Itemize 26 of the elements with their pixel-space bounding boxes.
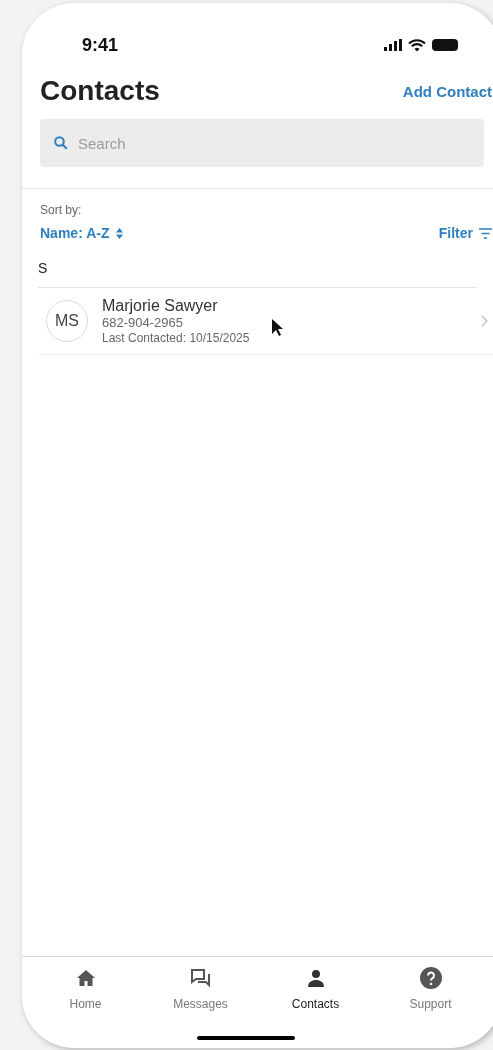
- sort-dropdown[interactable]: Name: A-Z: [40, 223, 123, 244]
- battery-icon: [432, 39, 458, 51]
- search-field[interactable]: Search: [40, 119, 484, 167]
- tab-bar-item[interactable]: Support: [390, 967, 471, 1048]
- person-icon: [306, 969, 325, 987]
- status-time: 9:41: [82, 33, 119, 57]
- page-title: Contacts: [40, 77, 160, 105]
- section-letter: S: [38, 258, 478, 288]
- chat-bubbles-icon: [189, 968, 212, 988]
- sort-label: Sort by:: [40, 202, 83, 219]
- help-icon: [419, 967, 442, 989]
- cursor-icon: [272, 319, 284, 337]
- filter-button[interactable]: Filter: [438, 223, 492, 244]
- tab-bar-item[interactable]: Home: [45, 967, 126, 1048]
- add-contact-link[interactable]: Add Contact: [402, 80, 492, 103]
- tab-bar-item[interactable]: Messages: [160, 967, 241, 1048]
- signal-icon: [384, 39, 402, 51]
- sort-arrows-icon: [115, 228, 123, 239]
- contact-name: Marjorie Sawyer: [102, 297, 218, 315]
- tab-bar-item[interactable]: Contacts: [275, 967, 356, 1048]
- last-contacted: Last Contacted: 10/15/2025: [102, 331, 250, 345]
- contact-phone: 682-904-2965: [102, 315, 183, 331]
- home-icon: [76, 970, 95, 986]
- wifi-icon: [408, 38, 426, 52]
- chevron-right-icon: [481, 315, 488, 327]
- filter-icon: [479, 228, 492, 239]
